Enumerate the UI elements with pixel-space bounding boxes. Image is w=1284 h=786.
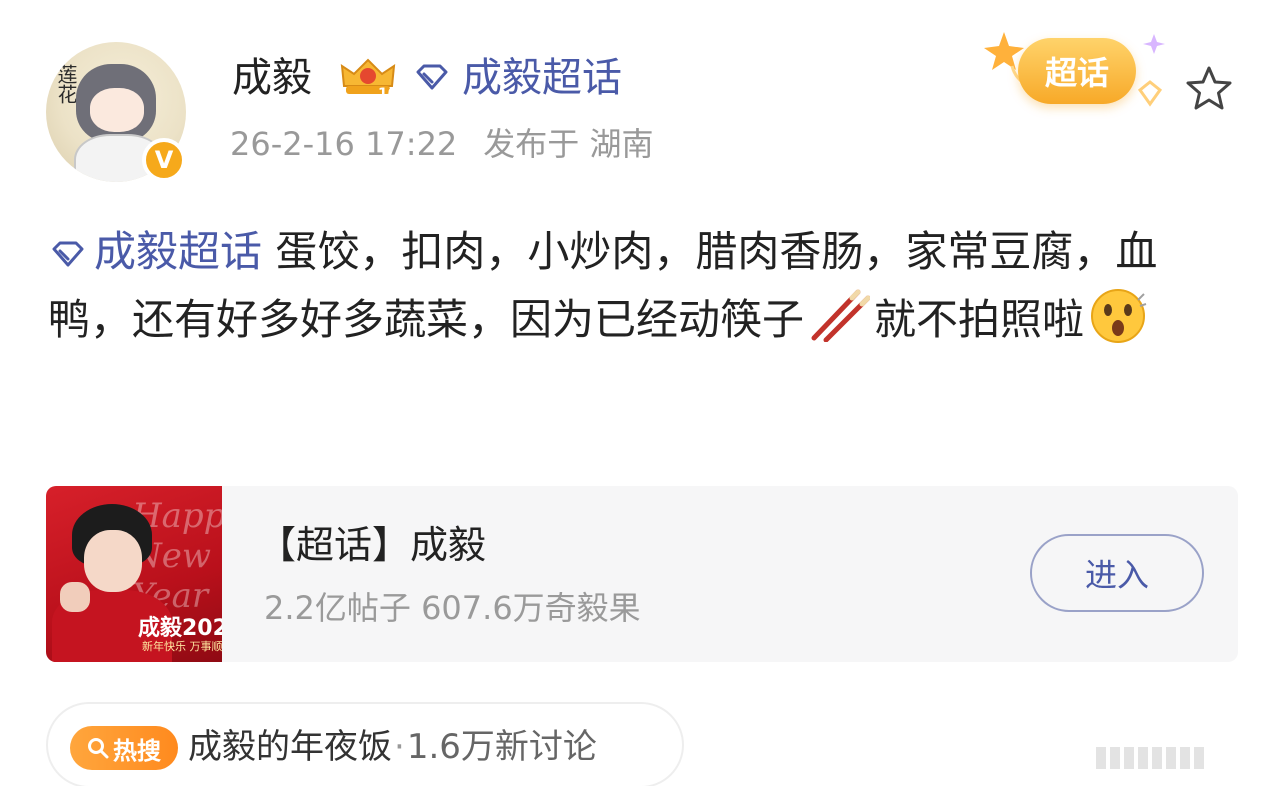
post-timestamp: 26-2-16 17:22: [230, 125, 458, 163]
crown-level-number: 10: [378, 86, 398, 100]
avatar-face: [90, 88, 144, 132]
cover-person-face: [84, 530, 142, 592]
cover-greeting-text: 新年快乐 万事顺意!: [142, 640, 222, 653]
weibo-post: 莲花 V 成毅 10 成毅超话 26-2-16 17:22 发布于 湖南 超话 成…: [0, 0, 1284, 786]
cover-person-fist: [60, 582, 90, 612]
avatar-branch-decoration: [138, 42, 184, 69]
supertopic-diamond-icon: [416, 64, 448, 90]
hot-search-separator: ·: [394, 727, 405, 767]
supertopic-cover-image: Happy New Year 成毅2026 新年快乐 万事顺意!: [46, 486, 222, 662]
verified-badge-icon: V: [142, 138, 186, 182]
avatar-calligraphy: 莲花: [54, 64, 78, 104]
hot-search-tag-label: 热搜: [113, 736, 161, 765]
verified-mark: V: [154, 146, 174, 174]
watermark-decoration: [1096, 746, 1276, 770]
post-text-end: 就不拍照啦: [874, 295, 1085, 344]
chopsticks-emoji-icon: [811, 289, 871, 342]
username[interactable]: 成毅: [232, 50, 312, 106]
search-icon: [88, 738, 109, 759]
supertopic-card-title: 【超话】成毅: [258, 523, 487, 567]
supertopic-card[interactable]: Happy New Year 成毅2026 新年快乐 万事顺意! 【超话】成毅 …: [46, 486, 1238, 662]
favorite-button[interactable]: [1180, 60, 1238, 118]
post-content: 成毅超话 蛋饺，扣肉，小炒肉，腊肉香肠，家常豆腐，血鸭，还有好多好多蔬菜，因为已…: [48, 218, 1238, 354]
crown-level-icon: 10: [340, 58, 398, 100]
surprised-face-emoji-icon: [1091, 289, 1147, 343]
star-icon: [1186, 66, 1232, 110]
hot-search-count: 1.6万新讨论: [406, 727, 597, 767]
hot-search-text: 成毅的年夜饭·1.6万新讨论: [188, 722, 597, 772]
supertopic-badge[interactable]: 超话: [1018, 38, 1136, 104]
supertopic-diamond-icon: [52, 241, 84, 267]
post-location: 发布于 湖南: [483, 125, 654, 163]
supertopic-card-stats: 2.2亿帖子 607.6万奇毅果: [264, 589, 641, 627]
hot-search-tag: 热搜: [70, 726, 178, 770]
supertopic-link[interactable]: 成毅超话: [462, 50, 622, 106]
post-topic-text: 成毅超话: [94, 227, 263, 276]
post-meta: 26-2-16 17:22 发布于 湖南: [230, 120, 653, 168]
enter-button[interactable]: 进入: [1030, 534, 1204, 612]
hot-search-topic: 成毅的年夜饭: [188, 727, 392, 767]
post-topic-link[interactable]: 成毅超话: [48, 227, 262, 276]
hot-search-pill[interactable]: 热搜 成毅的年夜饭·1.6万新讨论: [46, 702, 684, 786]
